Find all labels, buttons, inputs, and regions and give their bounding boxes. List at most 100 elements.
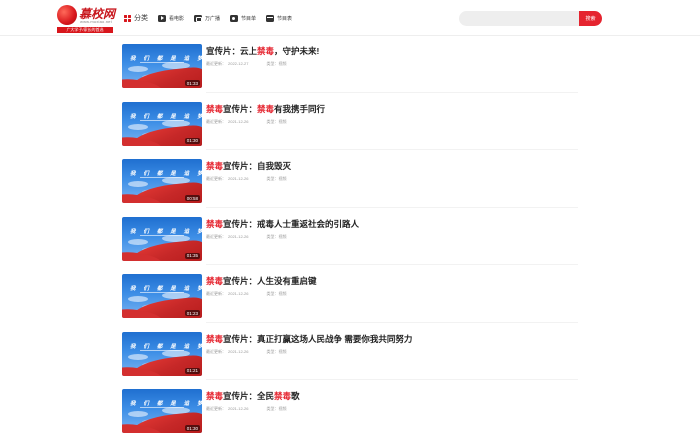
title-text: 宣传片：全民 bbox=[223, 391, 275, 401]
thumbnail-caption: 我 们 都 是 追 梦 人 bbox=[130, 228, 202, 235]
category-label: 类型： bbox=[266, 291, 279, 296]
nav-item-program-list[interactable]: 节目单 bbox=[230, 14, 257, 22]
category-label: 类型： bbox=[266, 233, 279, 239]
update-date: 2021-12-26 bbox=[228, 233, 249, 239]
thumbnail-rule bbox=[140, 62, 184, 63]
title-text: 宣传片：真正打赢这场人民战争 需要你我共同努力 bbox=[223, 333, 413, 344]
date-label: 最近更新： bbox=[206, 61, 226, 66]
cloud-decoration bbox=[128, 238, 148, 245]
logo-domain: www.muxiao.net bbox=[80, 19, 112, 24]
category-label: 类型： bbox=[266, 406, 279, 411]
video-thumbnail[interactable]: 我 们 都 是 追 梦 人 01:33 bbox=[122, 44, 202, 88]
thumbnail-rule bbox=[140, 407, 184, 408]
search-button[interactable]: 搜索 bbox=[579, 11, 602, 26]
video-duration: 01:21 bbox=[184, 367, 200, 374]
title-text: 宣传片：自我毁灭 bbox=[223, 161, 292, 171]
video-thumbnail[interactable]: 我 们 都 是 追 梦 人 00:58 bbox=[122, 159, 202, 203]
video-list-item[interactable]: 我 们 都 是 追 梦 人01:30 禁毒宣传片：全民禁毒歌最近更新：2021-1… bbox=[122, 389, 578, 434]
video-thumbnail[interactable]: 我 们 都 是 追 梦 人 01:35 bbox=[122, 216, 202, 261]
video-title-link[interactable]: 禁毒宣传片：禁毒有我携手同行 bbox=[206, 103, 325, 115]
update-date: 2021-12-26 bbox=[228, 406, 249, 411]
title-text: ，守护未来! bbox=[274, 46, 320, 56]
update-date: 2021-12-26 bbox=[228, 348, 249, 354]
title-text: 歌 bbox=[291, 391, 300, 401]
nav-item-movies[interactable]: 看电影 bbox=[158, 14, 185, 22]
thumbnail-caption: 我 们 都 是 追 梦 人 bbox=[130, 343, 202, 350]
category-label: 类型： bbox=[266, 348, 279, 354]
update-date: 2021-12-26 bbox=[228, 291, 249, 296]
video-thumbnail[interactable]: 我 们 都 是 追 梦 人 01:30 bbox=[122, 389, 202, 433]
row-divider bbox=[206, 321, 578, 323]
date-label: 最近更新： bbox=[206, 291, 226, 296]
video-title-link[interactable]: 禁毒宣传片：人生没有重启键 bbox=[206, 275, 317, 287]
cloud-decoration bbox=[128, 296, 148, 302]
category-label: 类型： bbox=[266, 176, 279, 181]
video-thumbnail[interactable]: 我 们 都 是 追 梦 人 01:21 bbox=[122, 331, 202, 376]
category-grid-icon bbox=[124, 14, 131, 22]
thumbnail-caption: 我 们 都 是 追 梦 人 bbox=[130, 286, 202, 292]
video-title-link[interactable]: 禁毒宣传片：戒毒人士重返社会的引路人 bbox=[206, 218, 359, 230]
video-list-item[interactable]: 我 们 都 是 追 梦 人 01:33 宣传片：云上禁毒，守护未来! 最近更新：202… bbox=[122, 44, 578, 102]
title-keyword: 禁毒 bbox=[206, 276, 224, 286]
nav-item-broadcast[interactable]: 万广播 bbox=[194, 14, 221, 22]
video-list-item[interactable]: 我 们 都 是 追 梦 人 01:23 禁毒宣传片：人生没有重启键最近更新：2021… bbox=[122, 274, 578, 332]
video-list-item[interactable]: 我 们 都 是 追 梦 人 01:35 禁毒宣传片：戒毒人士重返社会的引路人最近更新… bbox=[122, 216, 578, 275]
date-label: 最近更新： bbox=[206, 233, 226, 239]
cloud-decoration bbox=[128, 123, 148, 130]
video-title-link[interactable]: 禁毒宣传片：自我毁灭 bbox=[206, 160, 291, 172]
category-value[interactable]: 视频 bbox=[278, 61, 286, 66]
video-meta: 最近更新： 2022-12-27 类型：视频 bbox=[206, 61, 286, 67]
row-divider bbox=[206, 264, 578, 265]
video-duration: 01:30 bbox=[184, 137, 200, 144]
video-list-item[interactable]: 我 们 都 是 追 梦 人 01:21 禁毒宣传片：真正打赢这场人民战争 需要你我共… bbox=[122, 331, 578, 390]
site-logo[interactable]: 慕校网 www.muxiao.net 广大学子/家长的首选 bbox=[57, 4, 115, 33]
row-divider bbox=[206, 379, 578, 380]
nav-item-label: 看电影 bbox=[169, 15, 185, 22]
nav-item-label: 节目单 bbox=[241, 15, 257, 22]
video-icon bbox=[230, 14, 239, 22]
cloud-decoration bbox=[128, 353, 148, 360]
title-keyword: 禁毒 bbox=[257, 103, 275, 114]
video-list-item[interactable]: 我 们 都 是 追 梦 人01:30禁毒宣传片：禁毒有我携手同行最近更新：202… bbox=[122, 101, 578, 160]
title-text: 有我携手同行 bbox=[274, 103, 326, 114]
category-value[interactable]: 视频 bbox=[278, 406, 286, 411]
date-label: 最近更新： bbox=[206, 118, 226, 124]
video-duration: 01:35 bbox=[184, 252, 200, 259]
update-date: 2021-12-26 bbox=[228, 176, 249, 181]
title-text: 宣传片：云上 bbox=[206, 46, 258, 56]
video-meta: 最近更新： 2021-12-26 类型：视频 bbox=[206, 176, 286, 182]
video-list-item[interactable]: 我 们 都 是 追 梦 人 00:58 禁毒宣传片：自我毁灭最近更新：2021-12… bbox=[122, 159, 578, 217]
logo-ball-icon bbox=[57, 5, 77, 25]
thumbnail-rule bbox=[140, 119, 184, 121]
category-value[interactable]: 视频 bbox=[278, 119, 286, 124]
title-keyword: 禁毒 bbox=[206, 333, 224, 344]
video-thumbnail[interactable]: 我 们 都 是 追 梦 人 01:30 bbox=[122, 101, 202, 146]
category-value[interactable]: 视频 bbox=[278, 176, 286, 181]
date-label: 最近更新： bbox=[206, 406, 226, 411]
date-label: 最近更新： bbox=[206, 348, 226, 354]
title-text: 宣传片： bbox=[223, 103, 258, 114]
video-title-link[interactable]: 禁毒宣传片：真正打赢这场人民战争 需要你我共同努力 bbox=[206, 333, 412, 345]
thumbnail-rule bbox=[140, 292, 184, 293]
video-meta: 最近更新： 2021-12-26 类型：视频 bbox=[206, 234, 286, 240]
thumbnail-rule bbox=[140, 177, 184, 178]
video-meta: 最近更新： 2021-12-26 类型：视频 bbox=[206, 291, 286, 297]
title-keyword: 禁毒 bbox=[206, 218, 224, 229]
search-input[interactable] bbox=[459, 11, 581, 26]
video-thumbnail[interactable]: 我 们 都 是 追 梦 人 01:23 bbox=[122, 274, 202, 318]
nav-item-label: 万广播 bbox=[205, 15, 221, 22]
video-title-link[interactable]: 禁毒宣传片：全民禁毒歌 bbox=[206, 390, 300, 402]
film-icon bbox=[266, 14, 275, 22]
nav-item-schedule[interactable]: 节目表 bbox=[266, 14, 293, 22]
thumbnail-rule bbox=[140, 349, 184, 351]
video-title-link[interactable]: 宣传片：云上禁毒，守护未来! bbox=[206, 45, 319, 57]
category-value[interactable]: 视频 bbox=[278, 234, 286, 239]
category-value[interactable]: 视频 bbox=[278, 349, 286, 354]
video-meta: 最近更新： 2021-12-26 类型：视频 bbox=[206, 349, 286, 355]
nav-item-label: 节目表 bbox=[277, 15, 293, 22]
category-value[interactable]: 视频 bbox=[278, 291, 286, 296]
thumbnail-rule bbox=[140, 234, 184, 236]
video-duration: 00:58 bbox=[184, 195, 200, 201]
nav-item-category[interactable]: 分类 bbox=[124, 13, 148, 23]
row-divider bbox=[206, 91, 578, 93]
